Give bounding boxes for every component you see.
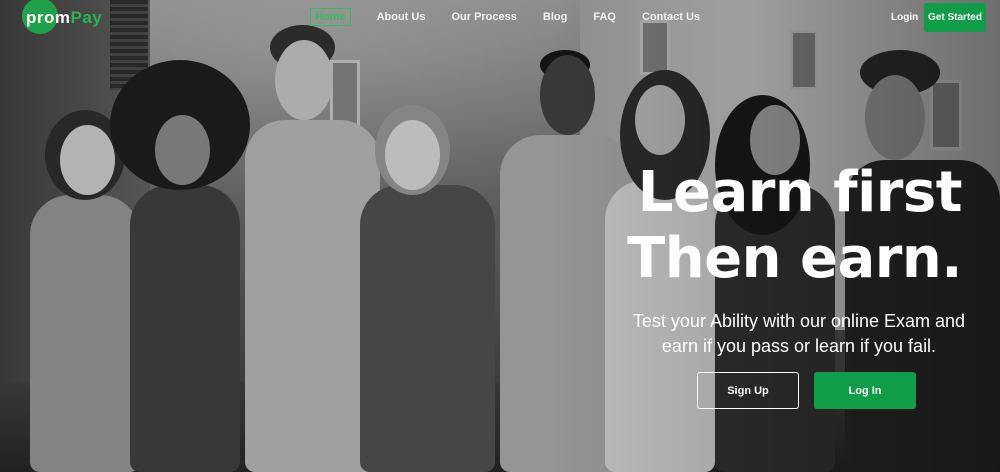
hero-headline: Learn first Then earn. bbox=[627, 160, 962, 292]
hero-section: promPay Home About Us Our Process Blog F… bbox=[0, 0, 1000, 472]
nav-item-faq[interactable]: FAQ bbox=[593, 11, 616, 23]
hero-headline-line1: Learn first bbox=[637, 160, 963, 225]
hero-subtitle-line2: earn if you pass or learn if you fail. bbox=[661, 336, 937, 356]
nav-item-about-us[interactable]: About Us bbox=[377, 11, 426, 23]
brand-logo[interactable]: promPay bbox=[22, 0, 102, 36]
get-started-button[interactable]: Get Started bbox=[924, 3, 986, 32]
log-in-button[interactable]: Log In bbox=[814, 372, 916, 409]
nav-item-our-process[interactable]: Our Process bbox=[451, 11, 516, 23]
hero-subtitle-line1: Test your Ability with our online Exam a… bbox=[632, 311, 966, 331]
hero-headline-line2: Then earn. bbox=[627, 226, 962, 291]
nav-login-link[interactable]: Login bbox=[891, 12, 918, 23]
top-navbar: promPay Home About Us Our Process Blog F… bbox=[0, 0, 1000, 36]
nav-item-blog[interactable]: Blog bbox=[543, 11, 567, 23]
sign-up-button[interactable]: Sign Up bbox=[697, 372, 799, 409]
nav-links: Home About Us Our Process Blog FAQ Conta… bbox=[310, 8, 726, 26]
logo-text: promPay bbox=[26, 8, 103, 27]
hero-subtitle: Test your Ability with our online Exam a… bbox=[614, 309, 984, 359]
nav-item-home[interactable]: Home bbox=[310, 8, 351, 26]
nav-item-contact-us[interactable]: Contact Us bbox=[642, 11, 700, 23]
